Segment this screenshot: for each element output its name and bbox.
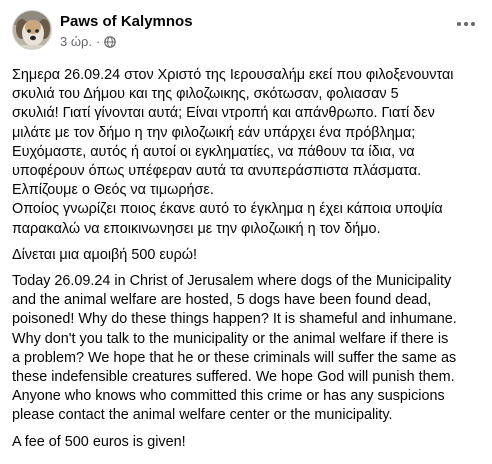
post-subline: 3 ώρ. ·: [60, 33, 193, 50]
post-timestamp[interactable]: 3 ώρ.: [60, 33, 92, 50]
post-paragraph-greek: Σημερα 26.09.24 στον Χριστό της Ιερουσαλ…: [12, 67, 454, 237]
post-text: Σημερα 26.09.24 στον Χριστό της Ιερουσαλ…: [12, 66, 484, 452]
dog-avatar-image: [13, 11, 51, 49]
post-paragraph-english: Today 26.09.24 in Christ of Jerusalem wh…: [12, 273, 457, 424]
avatar[interactable]: [12, 10, 52, 50]
more-options-button[interactable]: [452, 14, 480, 34]
post-paragraph-english-reward: A fee of 500 euros is given!: [12, 433, 186, 450]
globe-icon[interactable]: [104, 35, 117, 48]
page-name[interactable]: Paws of Kalymnos: [60, 12, 193, 31]
separator-dot: ·: [96, 34, 101, 49]
post-meta: Paws of Kalymnos 3 ώρ. ·: [60, 10, 193, 50]
post-paragraph-greek-reward: Δίνεται μια αμοιβή 500 ευρώ!: [12, 246, 198, 263]
more-options-icon: [456, 21, 476, 27]
post-header: Paws of Kalymnos 3 ώρ. ·: [12, 10, 482, 54]
